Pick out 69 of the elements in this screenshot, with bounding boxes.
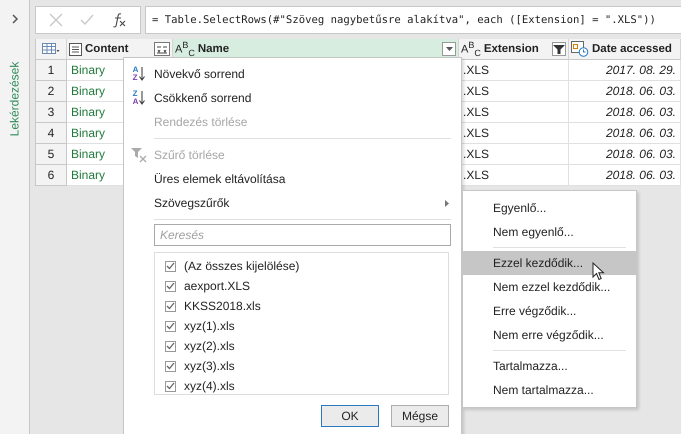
- table-icon: [42, 43, 60, 55]
- checkmark-icon: [80, 14, 94, 26]
- dropdown-button[interactable]: [442, 42, 456, 56]
- checkmark-icon: [166, 362, 175, 370]
- table-cell: 2018. 06. 03.: [569, 102, 681, 123]
- checkmark-icon: [166, 342, 175, 350]
- row-number: 5: [36, 144, 67, 165]
- sidebar-label[interactable]: Lekérdezések: [8, 62, 22, 136]
- checkbox[interactable]: [165, 320, 176, 332]
- table-cell: 2017. 08. 29.: [569, 60, 681, 81]
- row-number: 4: [36, 123, 67, 144]
- table-cell: 2018. 06. 03.: [569, 165, 681, 186]
- search-field[interactable]: Keresés: [154, 224, 451, 246]
- table-cell: 2018. 06. 03.: [569, 123, 681, 144]
- column-header[interactable]: A$^{B}$$_{C}$ Extension: [459, 39, 569, 60]
- filter-icon: [553, 44, 565, 54]
- column-label: Extension: [484, 43, 540, 55]
- checkmark-icon: [166, 382, 175, 390]
- menu-item[interactable]: Erre végződik...: [463, 299, 636, 323]
- checkbox-label: xyz(2).xls: [184, 339, 235, 353]
- checkbox[interactable]: [165, 380, 176, 392]
- row-number: 1: [36, 60, 67, 81]
- list-icon: [69, 42, 82, 56]
- checkbox-label: KKSS2018.xls: [184, 299, 261, 313]
- row-number: 2: [36, 81, 67, 102]
- menu-item[interactable]: Nem egyenlő...: [463, 220, 636, 244]
- ok-button[interactable]: OK: [321, 405, 379, 427]
- checkbox[interactable]: [165, 340, 176, 352]
- row-number: 3: [36, 102, 67, 123]
- menu-item[interactable]: Nem tartalmazza...: [463, 378, 636, 402]
- checkbox-label: aexport.XLS: [184, 279, 250, 293]
- checkmark-icon: [166, 322, 175, 330]
- checkbox-label: xyz(1).xls: [184, 319, 235, 333]
- checkbox-label: (Az összes kijelölése): [184, 259, 300, 273]
- clear-filter-icon: [131, 147, 147, 163]
- checkmark-icon: [166, 302, 175, 310]
- table-cell: 2018. 06. 03.: [569, 81, 681, 102]
- checkbox-label: xyz(4).xls: [184, 379, 235, 393]
- column-header[interactable]: Content: [67, 39, 173, 60]
- checkbox-label: xyz(3).xls: [184, 359, 235, 373]
- mouse-pointer-icon: [592, 262, 605, 281]
- menu-item[interactable]: Egyenlő...: [463, 196, 636, 220]
- checkbox[interactable]: [165, 360, 176, 372]
- function-icon: [111, 12, 128, 28]
- submenu-arrow-icon: [445, 200, 449, 206]
- menu-item[interactable]: Nem ezzel kezdődik...: [463, 275, 636, 299]
- column-header[interactable]: Date accessed: [569, 39, 681, 60]
- menu-item[interactable]: Nem erre végződik...: [463, 323, 636, 347]
- formula-field[interactable]: = Table.SelectRows(#"Szöveg nagybetűsre alakítva", each ([Extension] = ".XLS")): [145, 6, 681, 34]
- checkmark-icon: [166, 262, 175, 270]
- menu-item[interactable]: Tartalmazza...: [463, 354, 636, 378]
- column-label: Name: [198, 43, 230, 55]
- filter-button[interactable]: [552, 42, 566, 56]
- column-label: Content: [85, 43, 130, 55]
- caret-down-icon: [446, 47, 452, 51]
- menu-item[interactable]: Ezzel kezdődik...: [463, 251, 636, 275]
- checkbox[interactable]: [165, 300, 176, 312]
- close-icon: [48, 13, 63, 27]
- column-label: Date accessed: [592, 43, 673, 55]
- table-cell: 2018. 06. 03.: [569, 144, 681, 165]
- chevron-right-icon: [10, 14, 18, 24]
- checkbox[interactable]: [165, 280, 176, 292]
- row-number: 6: [36, 165, 67, 186]
- menu-item[interactable]: Szövegszűrők: [124, 191, 461, 215]
- cancel-button[interactable]: Mégse: [391, 405, 449, 427]
- checkmark-icon: [166, 282, 175, 290]
- table-menu-button[interactable]: [36, 39, 67, 60]
- calendar-clock-icon: [571, 41, 589, 57]
- checkbox[interactable]: [165, 260, 176, 272]
